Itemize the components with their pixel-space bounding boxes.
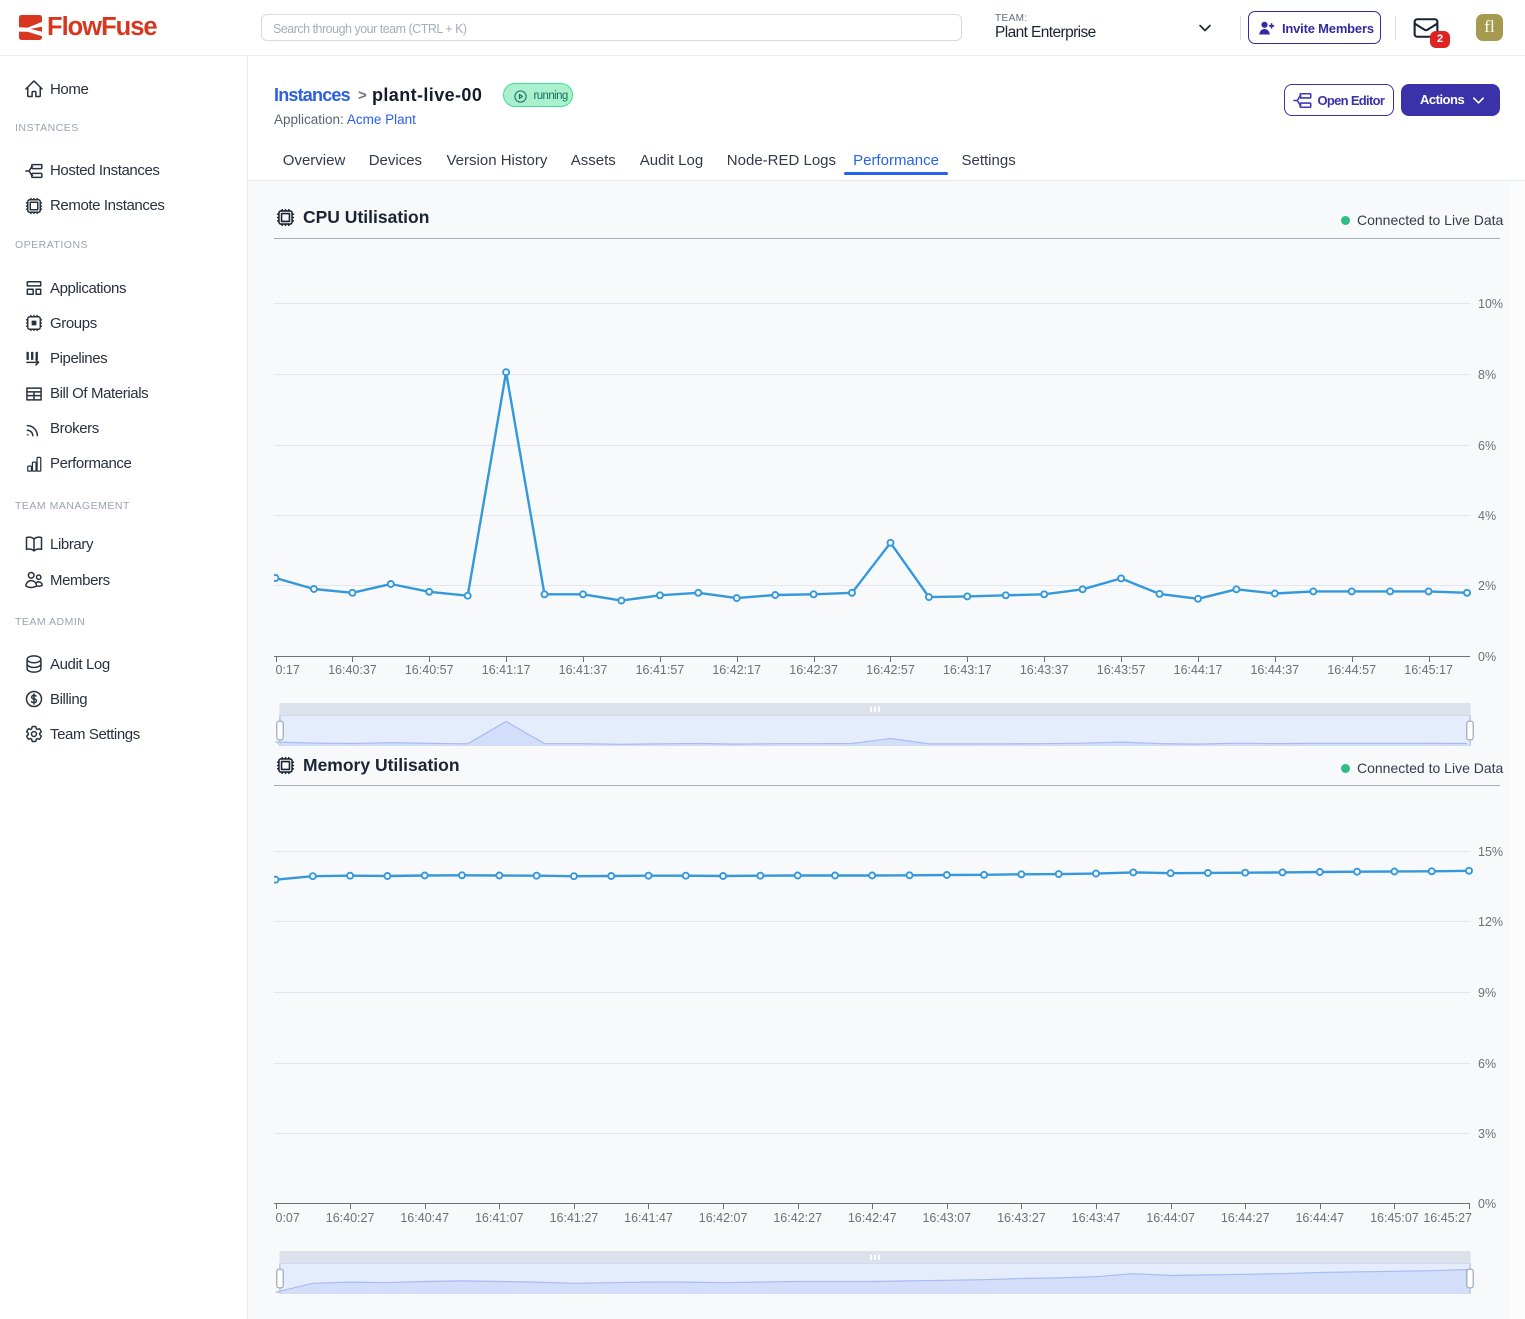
svg-text:4%: 4% <box>1478 509 1496 523</box>
svg-text:16:42:07: 16:42:07 <box>699 1211 748 1225</box>
svg-text:16:43:37: 16:43:37 <box>1020 663 1069 677</box>
svg-text:16:44:47: 16:44:47 <box>1295 1211 1344 1225</box>
svg-text:16:40:57: 16:40:57 <box>405 663 454 677</box>
svg-text:16:41:37: 16:41:37 <box>559 663 608 677</box>
svg-text:9%: 9% <box>1478 986 1496 1000</box>
svg-text:16:41:27: 16:41:27 <box>550 1211 599 1225</box>
svg-text:16:42:17: 16:42:17 <box>712 663 761 677</box>
svg-text:16:42:57: 16:42:57 <box>866 663 915 677</box>
svg-text:16:44:37: 16:44:37 <box>1250 663 1299 677</box>
svg-text:3%: 3% <box>1478 1127 1496 1141</box>
svg-text:16:44:57: 16:44:57 <box>1327 663 1376 677</box>
svg-text:16:41:47: 16:41:47 <box>624 1211 673 1225</box>
svg-text:12%: 12% <box>1478 915 1503 929</box>
svg-text:0%: 0% <box>1478 1197 1496 1211</box>
svg-text:16:45:27: 16:45:27 <box>1423 1211 1472 1225</box>
svg-text:16:40:37: 16:40:37 <box>328 663 377 677</box>
svg-text:16:43:27: 16:43:27 <box>997 1211 1046 1225</box>
svg-text:2%: 2% <box>1478 579 1496 593</box>
svg-text:6%: 6% <box>1478 1057 1496 1071</box>
svg-text:16:43:17: 16:43:17 <box>943 663 992 677</box>
svg-text:16:43:47: 16:43:47 <box>1072 1211 1121 1225</box>
svg-text:16:41:17: 16:41:17 <box>482 663 531 677</box>
svg-text:16:45:07: 16:45:07 <box>1370 1211 1419 1225</box>
svg-text:8%: 8% <box>1478 368 1496 382</box>
svg-text:16:44:07: 16:44:07 <box>1146 1211 1195 1225</box>
svg-text:16:43:07: 16:43:07 <box>922 1211 971 1225</box>
svg-text:16:45:17: 16:45:17 <box>1404 663 1453 677</box>
svg-text:16:42:27: 16:42:27 <box>773 1211 822 1225</box>
svg-text:16:41:57: 16:41:57 <box>636 663 685 677</box>
svg-text:16:42:47: 16:42:47 <box>848 1211 897 1225</box>
svg-text:6%: 6% <box>1478 439 1496 453</box>
svg-text:0:07: 0:07 <box>276 1211 300 1225</box>
svg-text:16:41:07: 16:41:07 <box>475 1211 524 1225</box>
svg-text:16:42:37: 16:42:37 <box>789 663 838 677</box>
svg-text:16:44:17: 16:44:17 <box>1174 663 1223 677</box>
svg-text:10%: 10% <box>1478 297 1503 311</box>
svg-text:0:17: 0:17 <box>276 663 300 677</box>
svg-text:15%: 15% <box>1478 845 1503 859</box>
svg-text:16:44:27: 16:44:27 <box>1221 1211 1270 1225</box>
svg-text:16:40:27: 16:40:27 <box>326 1211 375 1225</box>
svg-text:0%: 0% <box>1478 650 1496 664</box>
svg-text:16:40:47: 16:40:47 <box>400 1211 449 1225</box>
svg-text:16:43:57: 16:43:57 <box>1097 663 1146 677</box>
